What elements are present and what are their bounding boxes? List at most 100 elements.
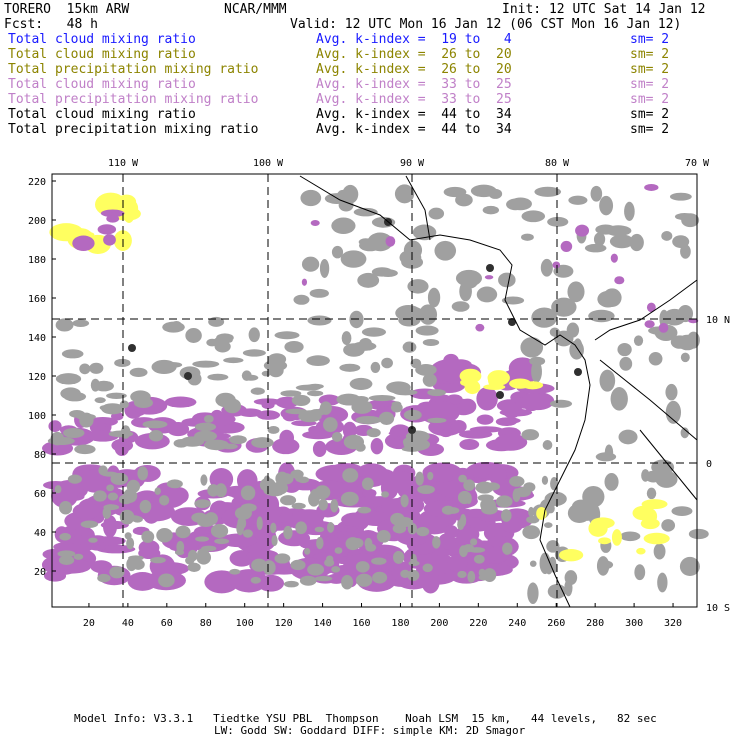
cloud-gray-region — [665, 383, 678, 401]
cloud-yellow-region — [459, 368, 482, 384]
cloud-gray-region — [106, 484, 115, 492]
cloud-gray-region — [135, 395, 150, 407]
cloud-gray-region — [291, 394, 311, 406]
cloud-gray-region — [126, 479, 141, 493]
cloud-gray-region — [61, 349, 84, 359]
cloud-gray-region — [59, 533, 71, 541]
cloud-gray-region — [131, 559, 145, 570]
cloud-gray-region — [549, 327, 560, 337]
cloud-gray-region — [543, 522, 553, 529]
y-tick-label: 40 — [34, 528, 46, 539]
cloud-gray-region — [285, 408, 308, 415]
cloud-gray-region — [422, 563, 433, 573]
cloud-yellow-region — [522, 381, 544, 390]
cloud-gray-region — [339, 363, 361, 372]
cloud-purple-region — [476, 414, 494, 425]
cloud-gray-region — [476, 286, 498, 303]
cloud-gray-region — [316, 536, 324, 550]
cloud-gray-region — [590, 185, 603, 202]
cloud-gray-region — [599, 195, 614, 216]
cloud-gray-region — [299, 575, 317, 586]
cloud-gray-region — [342, 468, 359, 483]
x-tick-label: 180 — [391, 618, 409, 629]
cloud-gray-region — [599, 369, 616, 392]
cloud-gray-region — [340, 250, 367, 268]
cloud-yellow-region — [641, 507, 658, 525]
cloud-gray-region — [434, 240, 457, 261]
cloud-gray-region — [223, 357, 244, 364]
cloud-gray-region — [403, 409, 422, 421]
cloud-gray-region — [98, 465, 108, 476]
cloud-gray-region — [128, 515, 141, 522]
cloud-purple-region — [278, 530, 311, 547]
cloud-yellow-region — [558, 548, 584, 562]
cloud-gray-region — [57, 550, 76, 558]
cloud-gray-region — [661, 231, 673, 241]
y-tick-label: 20 — [34, 567, 46, 578]
cloud-purple-region — [310, 220, 320, 227]
cloud-gray-region — [482, 205, 500, 215]
x-tick-label: 320 — [664, 618, 682, 629]
cloud-gray-region — [256, 516, 263, 531]
latitude-label: 0 — [706, 459, 712, 470]
cloud-gray-region — [97, 573, 111, 583]
cloud-gray-region — [263, 359, 288, 372]
cloud-gray-region — [79, 363, 91, 375]
cloud-gray-region — [277, 473, 294, 485]
cloud-gray-region — [142, 420, 168, 429]
cloud-gray-region — [416, 526, 430, 537]
cloud-gray-region — [308, 492, 320, 507]
x-tick-label: 40 — [122, 618, 134, 629]
cloud-gray-region — [422, 339, 440, 347]
longitude-label: 110 W — [108, 158, 139, 169]
cloud-gray-region — [307, 315, 332, 326]
cloud-gray-region — [527, 582, 539, 605]
cloud-gray-region — [248, 327, 260, 343]
map-svg: 110 W 100 W 90 W 80 W 70 W 10 N 0 10 S 20 40 60 80 1… — [28, 158, 730, 629]
cloud-gray-region — [568, 195, 588, 205]
cloud-gray-region — [502, 542, 513, 555]
cloud-gray-region — [195, 536, 210, 542]
longitude-label: 80 W — [545, 158, 570, 169]
cloud-gray-region — [263, 475, 271, 484]
y-tick-label: 60 — [34, 489, 46, 500]
cloud-gray-region — [547, 216, 569, 227]
cloud-gray-region — [371, 557, 387, 565]
cloud-gray-region — [349, 377, 373, 391]
y-tick-label: 120 — [28, 372, 46, 383]
cloud-gray-region — [551, 297, 577, 317]
cloud-yellow-region — [598, 537, 611, 545]
cloud-gray-region — [88, 537, 98, 543]
x-tick-label: 100 — [236, 618, 254, 629]
cloud-gray-region — [408, 560, 420, 567]
cloud-gray-region — [284, 340, 304, 353]
x-tick-label: 200 — [430, 618, 448, 629]
cloud-purple-region — [488, 463, 507, 486]
longitude-label: 90 W — [400, 158, 425, 169]
cloud-gray-region — [336, 393, 361, 406]
cloud-gray-region — [378, 411, 395, 425]
cloud-gray-region — [390, 512, 405, 526]
y-tick-label: 220 — [28, 177, 46, 188]
cloud-gray-region — [180, 436, 205, 447]
cloud-gray-region — [415, 325, 439, 336]
cloud-purple-region — [469, 426, 503, 433]
cloud-gray-region — [297, 476, 310, 484]
x-tick-label: 20 — [83, 618, 95, 629]
cloud-gray-region — [72, 319, 90, 327]
cloud-gray-region — [341, 575, 354, 590]
cloud-gray-region — [80, 520, 99, 528]
cloud-gray-region — [619, 356, 633, 371]
cloud-gray-region — [192, 360, 220, 368]
y-tick-label: 140 — [28, 333, 46, 344]
cloud-gray-region — [355, 573, 373, 587]
cloud-gray-region — [341, 331, 352, 346]
cloud-gray-region — [457, 519, 465, 531]
cloud-gray-region — [207, 373, 229, 381]
cloud-gray-region — [478, 568, 486, 578]
cloud-gray-region — [76, 413, 96, 421]
cloud-gray-region — [283, 580, 299, 588]
cloud-gray-region — [307, 563, 325, 576]
cloud-gray-region — [677, 334, 698, 351]
cloud-gray-region — [378, 269, 398, 278]
